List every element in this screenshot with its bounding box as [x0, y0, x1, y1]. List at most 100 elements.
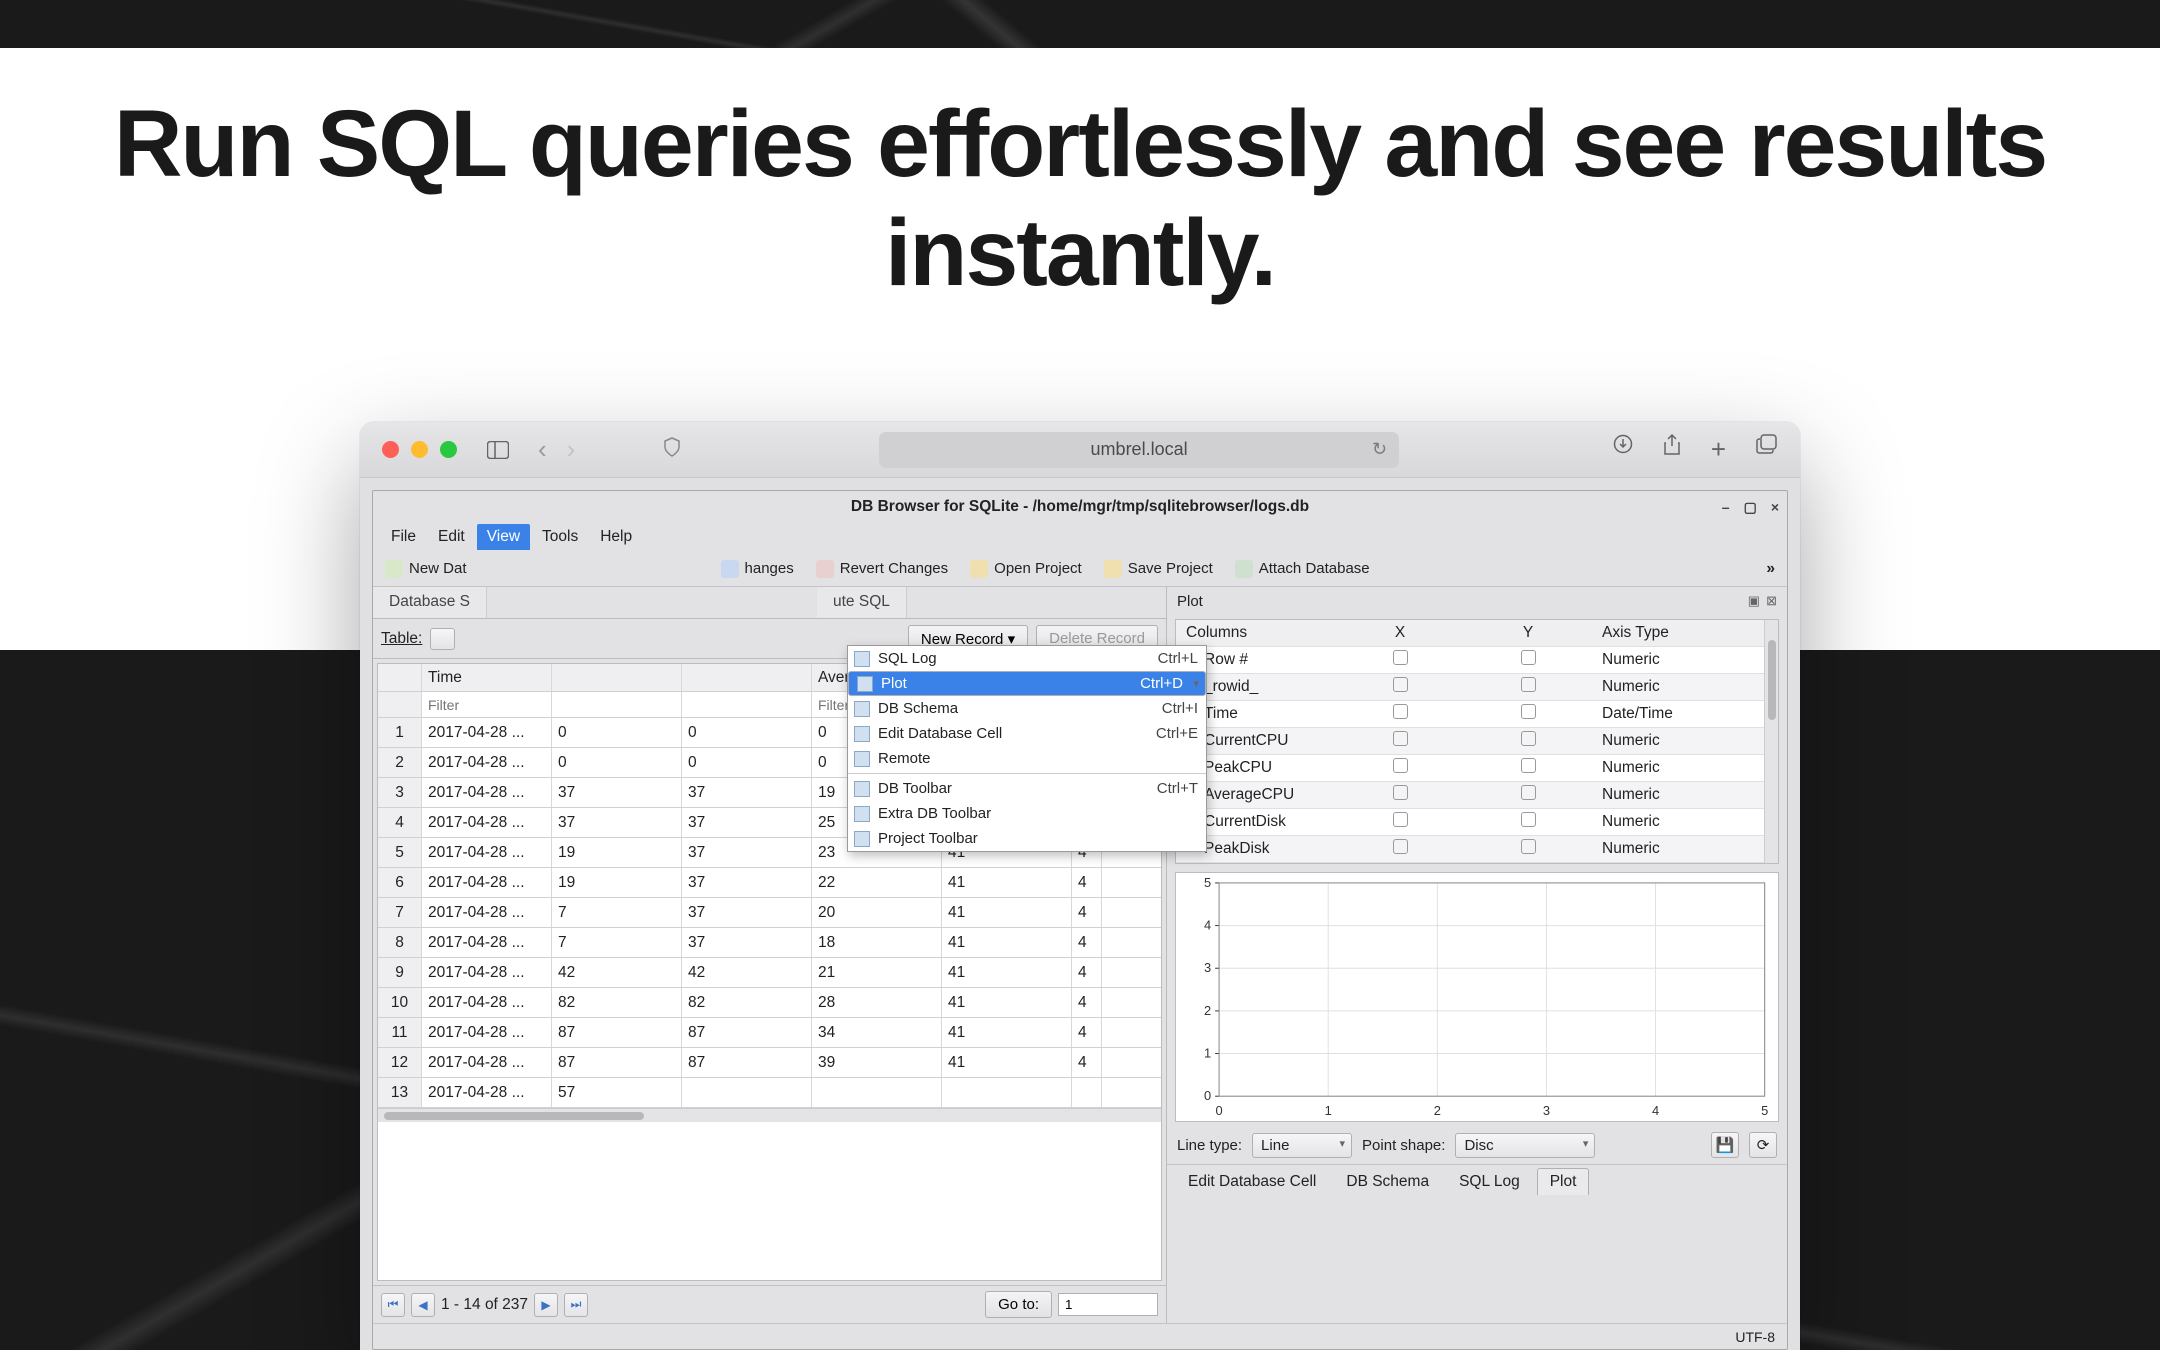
plot-vertical-scrollbar[interactable]	[1764, 620, 1778, 863]
goto-input[interactable]	[1058, 1293, 1158, 1316]
toolbar-overflow-icon[interactable]: »	[1766, 560, 1775, 578]
table-row[interactable]: 82017-04-28 ...73718414	[378, 928, 1161, 958]
save-plot-button[interactable]: 💾	[1711, 1132, 1739, 1158]
plot-column-row[interactable]: _rowid_Numeric	[1176, 674, 1778, 701]
horizontal-scrollbar[interactable]	[378, 1108, 1161, 1122]
next-page-button[interactable]: ▶	[534, 1293, 558, 1317]
checkbox-y[interactable]	[1521, 812, 1536, 827]
table-row[interactable]: 92017-04-28 ...424221414	[378, 958, 1161, 988]
checkbox-x[interactable]	[1393, 785, 1408, 800]
menu-file[interactable]: File	[381, 524, 426, 550]
plot-header-columns[interactable]: Columns	[1176, 624, 1336, 642]
maximize-icon[interactable]: ▢	[1744, 499, 1757, 516]
menu-item[interactable]: Project Toolbar	[848, 826, 1206, 851]
menu-edit[interactable]: Edit	[428, 524, 475, 550]
panel-float-icon[interactable]: ▣	[1748, 593, 1760, 609]
checkbox-x[interactable]	[1393, 812, 1408, 827]
checkbox-x[interactable]	[1393, 704, 1408, 719]
menu-tools[interactable]: Tools	[532, 524, 588, 550]
checkbox-y[interactable]	[1521, 731, 1536, 746]
filter-col2[interactable]	[558, 697, 675, 713]
table-dropdown[interactable]	[430, 628, 455, 650]
last-page-button[interactable]: ⏭	[564, 1293, 588, 1317]
tabs-icon[interactable]	[1756, 434, 1778, 465]
filter-col3[interactable]	[688, 697, 805, 713]
maximize-button[interactable]	[440, 441, 457, 458]
close-icon[interactable]: ×	[1771, 499, 1779, 516]
toolbar-open-project[interactable]: Open Project	[970, 560, 1082, 578]
reload-icon[interactable]: ↻	[1372, 439, 1387, 460]
plot-column-row[interactable]: PeakCPUNumeric	[1176, 755, 1778, 782]
checkbox-x[interactable]	[1393, 758, 1408, 773]
tab-database-structure[interactable]: Database S	[373, 587, 487, 618]
table-row[interactable]: 132017-04-28 ...57	[378, 1078, 1161, 1108]
toolbar-revert-changes[interactable]: Revert Changes	[816, 560, 948, 578]
filter-time[interactable]	[428, 697, 545, 713]
menu-item[interactable]: DB SchemaCtrl+I	[848, 696, 1206, 721]
menu-item[interactable]: DB ToolbarCtrl+T	[848, 776, 1206, 801]
checkbox-y[interactable]	[1521, 677, 1536, 692]
minimize-button[interactable]	[411, 441, 428, 458]
close-button[interactable]	[382, 441, 399, 458]
panel-close-icon[interactable]: ⊠	[1766, 593, 1777, 609]
table-row[interactable]: 112017-04-28 ...878734414	[378, 1018, 1161, 1048]
checkbox-y[interactable]	[1521, 758, 1536, 773]
plot-column-row[interactable]: TimeDate/Time	[1176, 701, 1778, 728]
back-button[interactable]: ‹	[538, 434, 547, 465]
menu-help[interactable]: Help	[590, 524, 642, 550]
tab-plot[interactable]: Plot	[1537, 1168, 1590, 1195]
tab-db-schema[interactable]: DB Schema	[1333, 1168, 1442, 1196]
checkbox-y[interactable]	[1521, 839, 1536, 854]
plot-column-row[interactable]: CurrentCPUNumeric	[1176, 728, 1778, 755]
goto-button[interactable]: Go to:	[985, 1291, 1052, 1318]
menu-item-icon	[857, 676, 873, 692]
table-row[interactable]: 122017-04-28 ...878739414	[378, 1048, 1161, 1078]
line-type-select[interactable]: Line	[1252, 1133, 1352, 1158]
plot-header-axistype[interactable]: Axis Type	[1592, 624, 1778, 642]
tab-execute-sql[interactable]: ute SQL	[817, 587, 907, 618]
url-field[interactable]: umbrel.local ↻	[879, 432, 1399, 468]
menu-item[interactable]: SQL LogCtrl+L	[848, 646, 1206, 671]
table-row[interactable]: 72017-04-28 ...73720414	[378, 898, 1161, 928]
menu-item[interactable]: Extra DB Toolbar	[848, 801, 1206, 826]
header-time[interactable]: Time	[422, 664, 552, 691]
toolbar-write-changes[interactable]: hanges	[721, 560, 794, 578]
plot-settings-button[interactable]: ⟳	[1749, 1132, 1777, 1158]
new-tab-icon[interactable]: +	[1711, 434, 1726, 465]
prev-page-button[interactable]: ◀	[411, 1293, 435, 1317]
checkbox-y[interactable]	[1521, 785, 1536, 800]
menu-item[interactable]: Edit Database CellCtrl+E	[848, 721, 1206, 746]
point-shape-select[interactable]: Disc	[1455, 1133, 1595, 1158]
toolbar-attach-database[interactable]: Attach Database	[1235, 560, 1370, 578]
plot-column-row[interactable]: Row #Numeric	[1176, 647, 1778, 674]
header-col2[interactable]	[552, 664, 682, 691]
menu-view[interactable]: View	[477, 524, 530, 550]
menu-item[interactable]: PlotCtrl+D	[848, 671, 1206, 696]
share-icon[interactable]	[1663, 434, 1681, 465]
table-row[interactable]: 62017-04-28 ...193722414	[378, 868, 1161, 898]
plot-header-x[interactable]: X	[1336, 624, 1464, 642]
header-col3[interactable]	[682, 664, 812, 691]
minimize-icon[interactable]: –	[1722, 499, 1730, 516]
checkbox-y[interactable]	[1521, 704, 1536, 719]
toolbar-save-project[interactable]: Save Project	[1104, 560, 1213, 578]
checkbox-x[interactable]	[1393, 677, 1408, 692]
plot-column-row[interactable]: CurrentDiskNumeric	[1176, 809, 1778, 836]
checkbox-y[interactable]	[1521, 650, 1536, 665]
tab-edit-cell[interactable]: Edit Database Cell	[1175, 1168, 1329, 1196]
first-page-button[interactable]: ⏮	[381, 1293, 405, 1317]
plot-column-row[interactable]: PeakDiskNumeric	[1176, 836, 1778, 863]
checkbox-x[interactable]	[1393, 650, 1408, 665]
sidebar-toggle-icon[interactable]	[485, 439, 510, 461]
table-row[interactable]: 102017-04-28 ...828228414	[378, 988, 1161, 1018]
menu-item[interactable]: Remote	[848, 746, 1206, 771]
forward-button[interactable]: ›	[567, 434, 576, 465]
toolbar-new-database[interactable]: New Dat	[385, 560, 467, 578]
plot-column-row[interactable]: AverageCPUNumeric	[1176, 782, 1778, 809]
plot-header-y[interactable]: Y	[1464, 624, 1592, 642]
tab-sql-log[interactable]: SQL Log	[1446, 1168, 1533, 1196]
checkbox-x[interactable]	[1393, 731, 1408, 746]
downloads-icon[interactable]	[1613, 434, 1633, 465]
shield-icon[interactable]	[663, 437, 681, 462]
checkbox-x[interactable]	[1393, 839, 1408, 854]
